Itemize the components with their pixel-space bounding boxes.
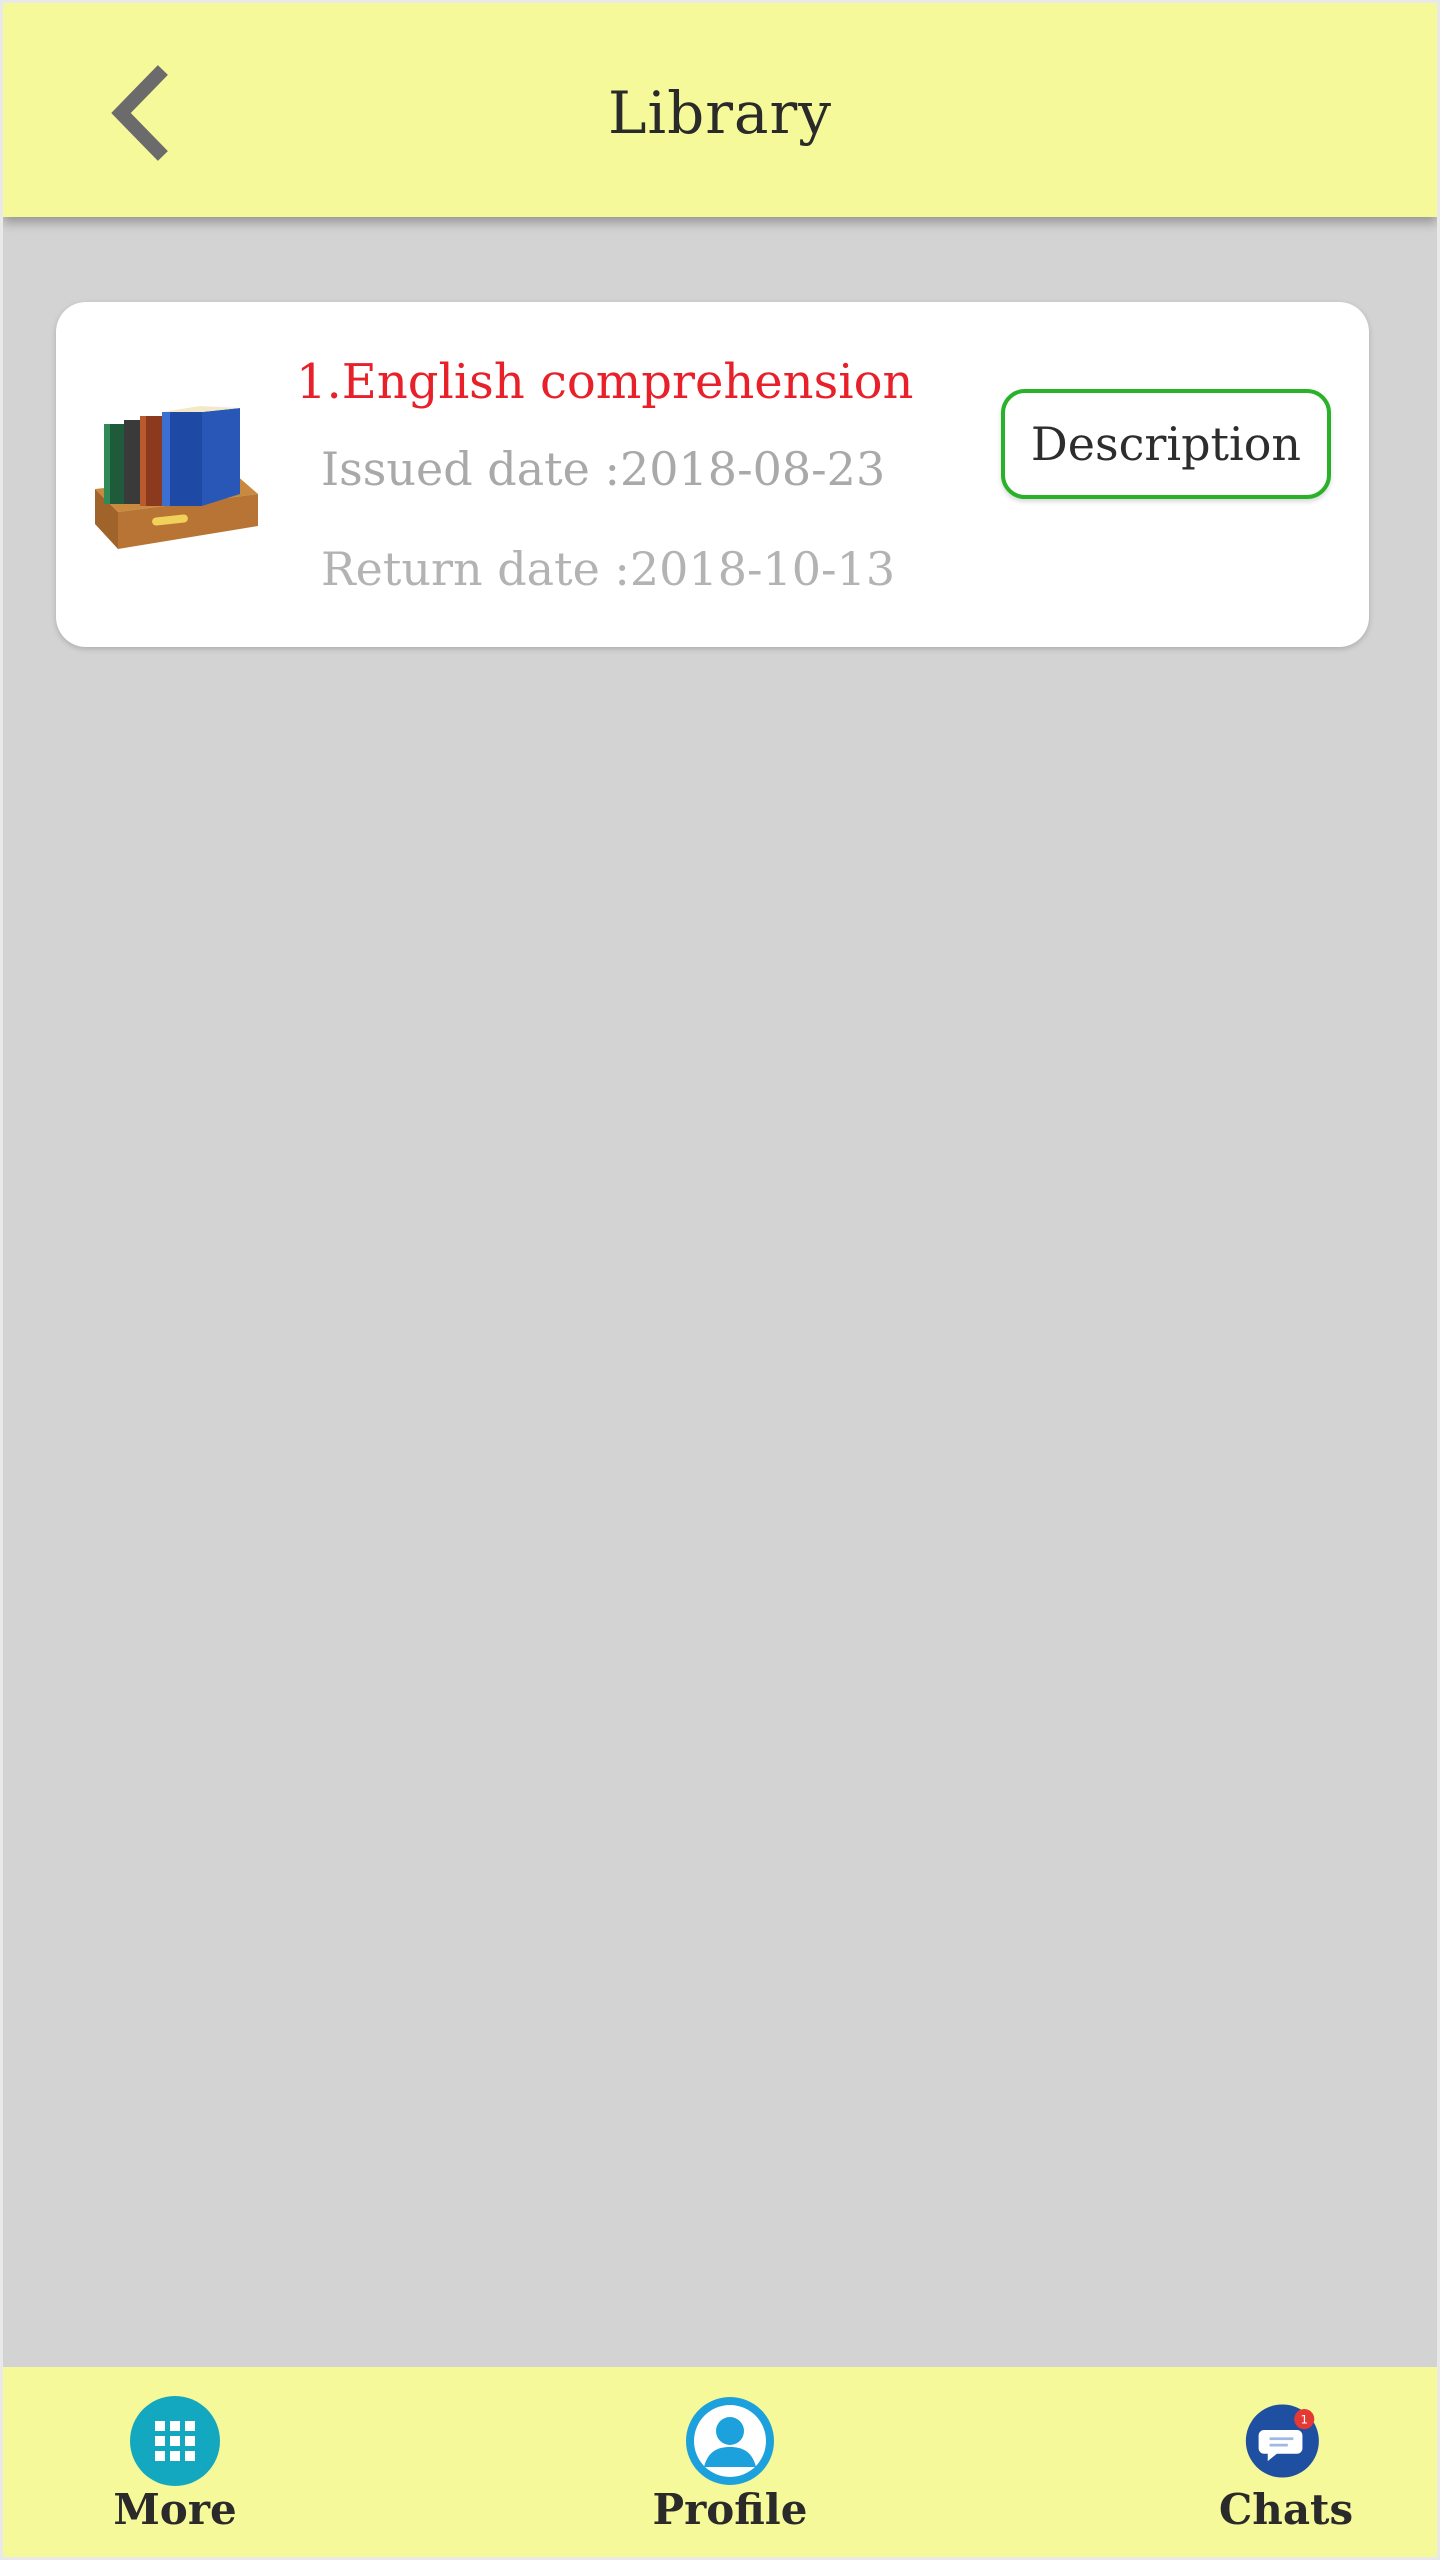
book-card: 1.English comprehension Issued date :201… (56, 302, 1369, 647)
bookshelf-icon (95, 406, 258, 549)
user-icon (686, 2397, 774, 2485)
nav-more[interactable]: More (45, 2367, 305, 2557)
bottom-navigation: More Profile 1 Chats (3, 2367, 1437, 2557)
nav-profile-label: Profile (652, 2485, 808, 2534)
return-date: Return date :2018-10-13 (321, 542, 896, 596)
grid-icon (130, 2396, 220, 2486)
nav-chats[interactable]: 1 Chats (1156, 2367, 1416, 2557)
page-title: Library (608, 79, 832, 147)
chat-bubble-icon: 1 (1245, 2404, 1319, 2478)
app-screen: Library 1.English comprehension Issued d… (3, 3, 1437, 2557)
nav-chats-label: Chats (1218, 2485, 1354, 2534)
issued-date: Issued date :2018-08-23 (321, 442, 886, 496)
book-title: 1.English comprehension (296, 354, 914, 410)
chats-badge: 1 (1300, 2413, 1308, 2427)
description-button[interactable]: Description (1001, 389, 1331, 499)
app-header: Library (3, 3, 1437, 217)
nav-more-label: More (113, 2485, 237, 2534)
nav-profile[interactable]: Profile (600, 2367, 860, 2557)
